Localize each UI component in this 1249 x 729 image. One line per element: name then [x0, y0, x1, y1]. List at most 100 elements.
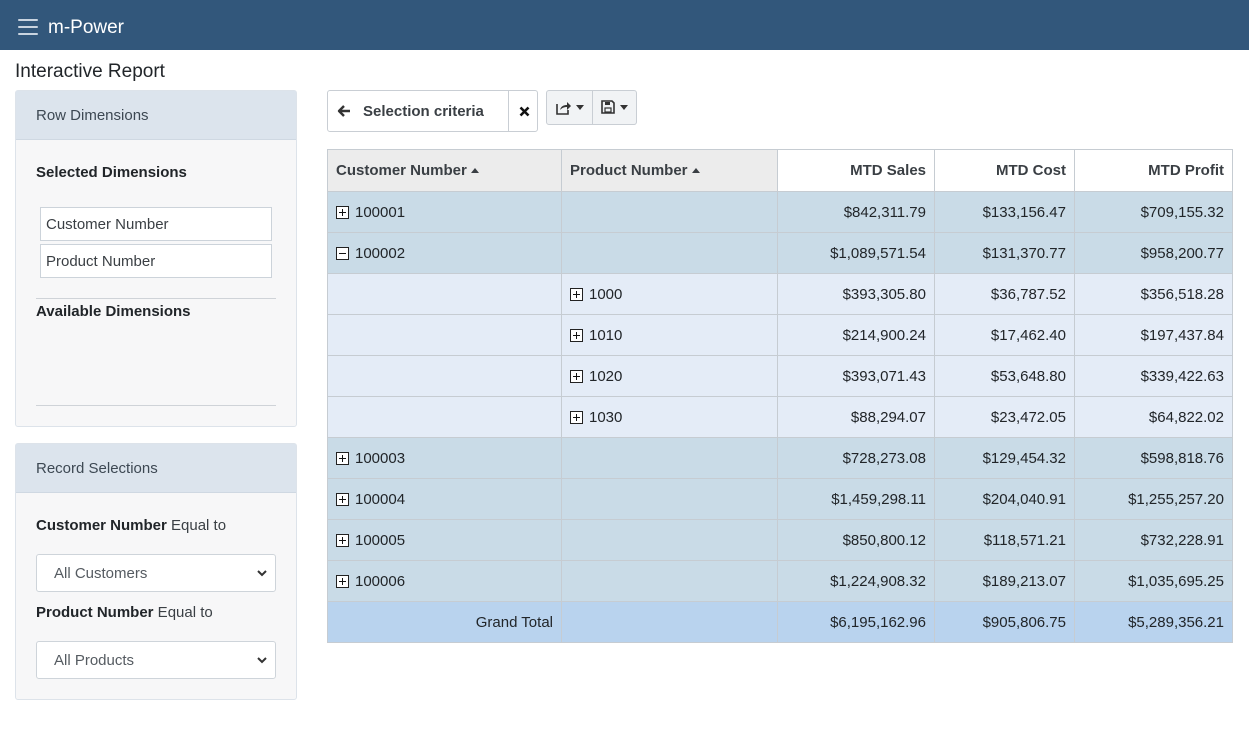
customer-cell: 100002	[327, 232, 562, 274]
product-cell	[561, 519, 778, 561]
selected-dimensions-title: Selected Dimensions	[36, 164, 187, 181]
customer-cell	[327, 355, 562, 397]
collapse-icon[interactable]	[336, 246, 349, 260]
share-dropdown-button[interactable]	[547, 91, 593, 124]
customer-cell	[327, 396, 562, 438]
product-cell: 1010	[561, 314, 778, 356]
table-row: 100006 $1,224,908.32 $189,213.07 $1,035,…	[327, 560, 1233, 602]
total-sales-cell: $6,195,162.96	[777, 601, 935, 643]
selection-criteria-control: Selection criteria	[327, 90, 538, 132]
cost-cell: $118,571.21	[934, 519, 1075, 561]
product-cell	[561, 601, 778, 643]
cost-cell: $23,472.05	[934, 396, 1075, 438]
clear-selection-button[interactable]	[508, 91, 538, 131]
close-icon	[519, 106, 530, 117]
profit-cell: $958,200.77	[1074, 232, 1233, 274]
sales-cell: $393,071.43	[777, 355, 935, 397]
cost-cell: $133,156.47	[934, 191, 1075, 233]
selection-criteria-label: Selection criteria	[363, 103, 484, 120]
divider	[36, 405, 276, 406]
header-mtd-sales: MTD Sales	[777, 149, 935, 192]
sales-cell: $393,305.80	[777, 273, 935, 315]
record-selections-header: Record Selections	[16, 444, 296, 493]
hamburger-menu-icon[interactable]	[18, 19, 38, 35]
caret-down-icon	[576, 105, 584, 110]
expand-icon[interactable]	[336, 205, 349, 219]
product-cell	[561, 560, 778, 602]
total-profit-cell: $5,289,356.21	[1074, 601, 1233, 643]
customer-cell: 100004	[327, 478, 562, 520]
product-cell	[561, 478, 778, 520]
report-table: Customer Number Product Number MTD Sales…	[327, 149, 1233, 643]
header-product-number[interactable]: Product Number	[561, 149, 778, 192]
header-customer-number[interactable]: Customer Number	[327, 149, 562, 192]
product-cell	[561, 232, 778, 274]
profit-cell: $1,035,695.25	[1074, 560, 1233, 602]
table-row: 1030 $88,294.07 $23,472.05 $64,822.02	[327, 396, 1233, 438]
table-row: 100005 $850,800.12 $118,571.21 $732,228.…	[327, 519, 1233, 561]
cost-cell: $129,454.32	[934, 437, 1075, 479]
divider	[36, 298, 276, 299]
cost-cell: $189,213.07	[934, 560, 1075, 602]
sales-cell: $842,311.79	[777, 191, 935, 233]
profit-cell: $339,422.63	[1074, 355, 1233, 397]
grand-total-label: Grand Total	[327, 601, 562, 643]
table-row: 1020 $393,071.43 $53,648.80 $339,422.63	[327, 355, 1233, 397]
customer-select-value: All Customers	[54, 565, 148, 582]
save-dropdown-button[interactable]	[593, 91, 637, 124]
header-mtd-profit: MTD Profit	[1074, 149, 1233, 192]
caret-down-icon	[620, 105, 628, 110]
sales-cell: $88,294.07	[777, 396, 935, 438]
customer-cell: 100001	[327, 191, 562, 233]
table-row: 1000 $393,305.80 $36,787.52 $356,518.28	[327, 273, 1233, 315]
sort-ascending-icon	[691, 168, 700, 173]
profit-cell: $64,822.02	[1074, 396, 1233, 438]
profit-cell: $598,818.76	[1074, 437, 1233, 479]
sales-cell: $728,273.08	[777, 437, 935, 479]
arrow-left-icon	[337, 105, 350, 117]
top-navbar: m-Power	[0, 0, 1249, 50]
customer-cell: 100005	[327, 519, 562, 561]
share-icon	[556, 102, 571, 115]
dimension-customer-number[interactable]: Customer Number	[40, 207, 272, 241]
cost-cell: $36,787.52	[934, 273, 1075, 315]
expand-icon[interactable]	[336, 451, 349, 465]
chevron-down-icon	[257, 657, 267, 664]
profit-cell: $197,437.84	[1074, 314, 1233, 356]
sales-cell: $1,459,298.11	[777, 478, 935, 520]
app-brand[interactable]: m-Power	[48, 17, 124, 39]
sort-ascending-icon	[470, 168, 479, 173]
product-cell: 1000	[561, 273, 778, 315]
table-row: 100003 $728,273.08 $129,454.32 $598,818.…	[327, 437, 1233, 479]
expand-icon[interactable]	[570, 369, 583, 383]
product-cell	[561, 437, 778, 479]
expand-icon[interactable]	[570, 410, 583, 424]
product-cell	[561, 191, 778, 233]
table-row: 1010 $214,900.24 $17,462.40 $197,437.84	[327, 314, 1233, 356]
available-dimensions-title: Available Dimensions	[36, 303, 191, 320]
expand-icon[interactable]	[336, 533, 349, 547]
profit-cell: $1,255,257.20	[1074, 478, 1233, 520]
product-number-select[interactable]: All Products	[36, 641, 276, 679]
sales-cell: $850,800.12	[777, 519, 935, 561]
selection-criteria-button[interactable]: Selection criteria	[328, 91, 508, 131]
profit-cell: $356,518.28	[1074, 273, 1233, 315]
expand-icon[interactable]	[570, 287, 583, 301]
profit-cell: $732,228.91	[1074, 519, 1233, 561]
expand-icon[interactable]	[336, 574, 349, 588]
table-row: 100004 $1,459,298.11 $204,040.91 $1,255,…	[327, 478, 1233, 520]
grand-total-row: Grand Total $6,195,162.96 $905,806.75 $5…	[327, 601, 1233, 643]
expand-icon[interactable]	[336, 492, 349, 506]
cost-cell: $131,370.77	[934, 232, 1075, 274]
cost-cell: $53,648.80	[934, 355, 1075, 397]
sales-cell: $1,089,571.54	[777, 232, 935, 274]
customer-cell	[327, 273, 562, 315]
dimension-product-number[interactable]: Product Number	[40, 244, 272, 278]
customer-cell: 100006	[327, 560, 562, 602]
customer-cell: 100003	[327, 437, 562, 479]
customer-number-select[interactable]: All Customers	[36, 554, 276, 592]
expand-icon[interactable]	[570, 328, 583, 342]
product-number-filter-label: Product Number Equal to	[36, 604, 213, 621]
record-selections-panel: Record Selections Customer Number Equal …	[15, 443, 297, 700]
customer-cell	[327, 314, 562, 356]
